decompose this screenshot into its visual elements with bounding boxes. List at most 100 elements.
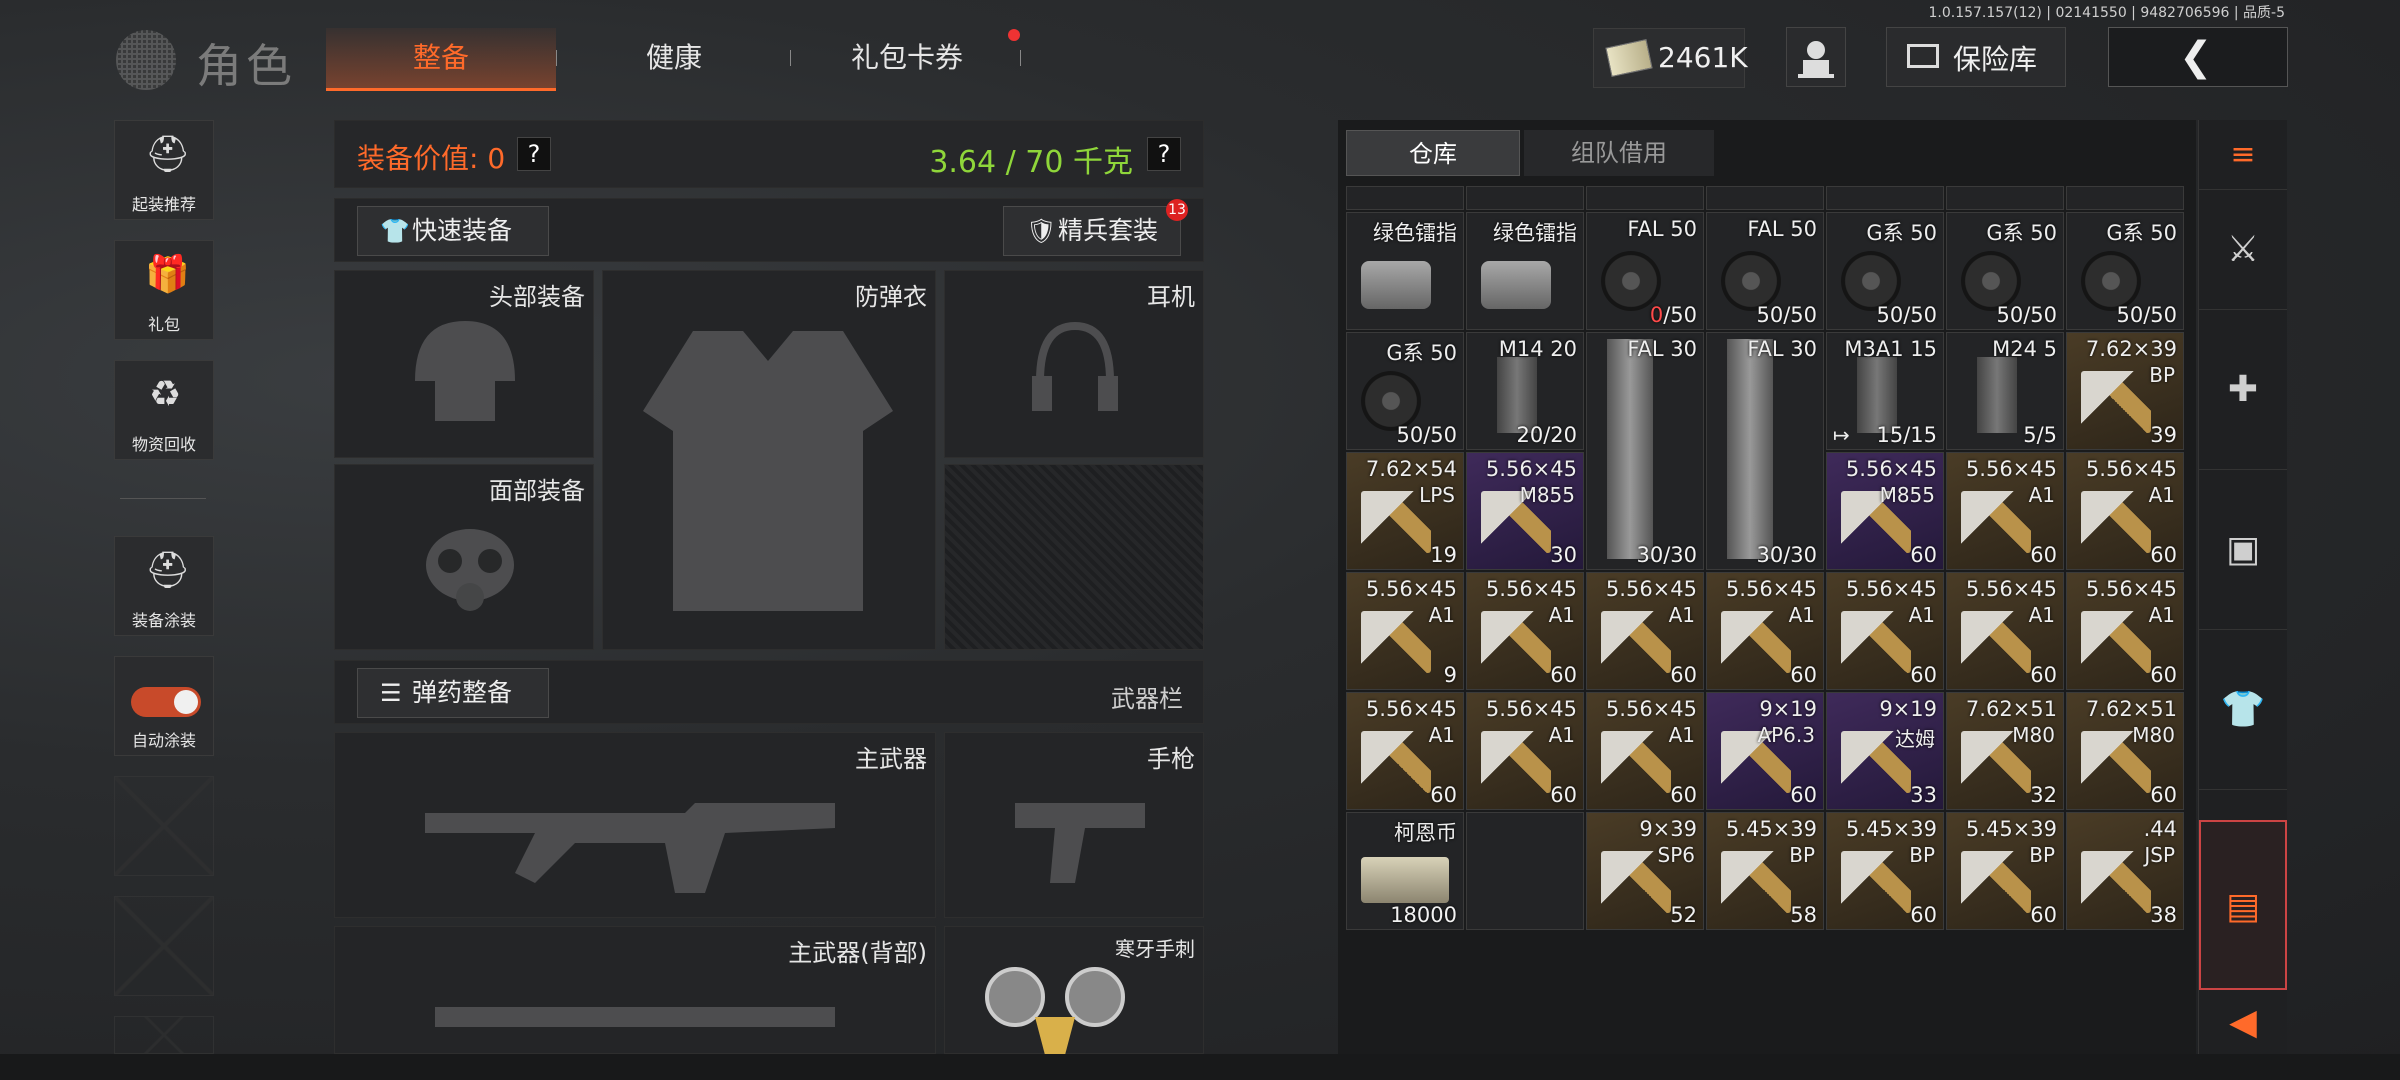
filter-icon[interactable]: ≡ — [2199, 120, 2287, 190]
inventory-item[interactable]: FAL 30 30/30 — [1706, 332, 1824, 570]
primary-weapon-slot[interactable]: 主武器 — [334, 732, 936, 918]
crate-icon[interactable]: ▤ — [2199, 820, 2287, 990]
inventory-item[interactable]: 5.56×45 A1 60 — [1466, 572, 1584, 690]
item-name: 5.45×39 — [1845, 817, 1937, 841]
sidebar-item-equipment-paint[interactable]: ⛑ 装备涂装 — [114, 536, 214, 636]
inventory-item[interactable]: 5.56×45 A1 60 — [1946, 572, 2064, 690]
pistol-slot[interactable]: 手枪 — [944, 732, 1204, 918]
inventory-item[interactable]: 7.62×51 M80 32 — [1946, 692, 2064, 810]
inventory-item[interactable]: 5.56×45 A1 60 — [2066, 572, 2184, 690]
back-button[interactable]: ❮ — [2108, 27, 2288, 87]
item-count: 50/50 — [1996, 303, 2057, 327]
inventory-item[interactable]: 5.56×45 A1 60 — [1946, 452, 2064, 570]
inventory-item[interactable]: 5.56×45 A1 60 — [1586, 572, 1704, 690]
inventory-cell-partial[interactable] — [1706, 186, 1824, 210]
item-name: 7.62×54 — [1365, 457, 1457, 481]
box-icon[interactable]: ▣ — [2199, 470, 2287, 630]
inventory-item[interactable]: 7.62×39 BP 39 — [2066, 332, 2184, 450]
character-logo-icon — [116, 30, 176, 90]
face-slot[interactable]: 面部装备 — [334, 464, 594, 650]
inventory-cell-partial[interactable] — [1586, 186, 1704, 210]
head-slot[interactable]: 头部装备 — [334, 270, 594, 458]
tab-team-borrow[interactable]: 组队借用 — [1524, 130, 1714, 176]
item-count: 18000 — [1390, 903, 1457, 927]
inventory-item[interactable]: 5.56×45 A1 60 — [1346, 692, 1464, 810]
tall-item-icon — [1727, 339, 1773, 559]
inventory-item[interactable]: 5.56×45 M855 60 — [1826, 452, 1944, 570]
ammo-equip-button[interactable]: ☰ 弹药整备 — [357, 668, 549, 718]
vault-button[interactable]: 保险库 — [1886, 27, 2066, 87]
collapse-icon[interactable]: ◀ — [2199, 992, 2287, 1054]
inventory-item[interactable]: 5.56×45 A1 60 — [1586, 692, 1704, 810]
item-count: 58 — [1790, 903, 1817, 927]
auto-paint-toggle[interactable] — [131, 687, 201, 717]
elite-set-button[interactable]: 🛡 精兵套装 13 — [1003, 199, 1188, 256]
rifle-icon — [425, 803, 835, 893]
item-count: 60 — [1910, 663, 1937, 687]
headset-icon — [1032, 321, 1118, 411]
inventory-item[interactable]: 9×19 达姆 33 — [1826, 692, 1944, 810]
headset-slot[interactable]: 耳机 — [944, 270, 1204, 458]
currency-display[interactable]: 2461K — [1593, 28, 1748, 88]
medkit-icon[interactable]: ✚ — [2199, 310, 2287, 470]
inventory-item[interactable]: 5.56×45 M855 30 — [1466, 452, 1584, 570]
tab-gift-coupons[interactable]: 礼包卡券 — [796, 28, 1018, 88]
inventory-cell-partial[interactable] — [1346, 186, 1464, 210]
inventory-item[interactable]: G系 50 50/50 — [1346, 332, 1464, 450]
quick-equip-button[interactable]: 👕 快速装备 — [357, 206, 549, 256]
sidebar-item-loadout-recommend[interactable]: ⛑ 起装推荐 — [114, 120, 214, 220]
inventory-item[interactable]: 5.45×39 BP 60 — [1826, 812, 1944, 930]
inventory-item[interactable]: 5.56×45 A1 60 — [1826, 572, 1944, 690]
inventory-item[interactable]: .44 JSP 38 — [2066, 812, 2184, 930]
empty-inventory-cell[interactable] — [1466, 812, 1584, 930]
tab-warehouse[interactable]: 仓库 — [1346, 130, 1520, 176]
inventory-item[interactable]: 7.62×54 LPS 19 — [1346, 452, 1464, 570]
inventory-item[interactable]: 绿色镭指 — [1466, 212, 1584, 330]
inventory-item[interactable]: 柯恩币 18000 — [1346, 812, 1464, 930]
inventory-item[interactable]: FAL 50 50/50 — [1706, 212, 1824, 330]
item-name: M14 20 — [1498, 337, 1577, 361]
item-count: 50/50 — [1396, 423, 1457, 447]
shirt-icon[interactable]: 👕 — [2199, 630, 2287, 790]
inventory-item[interactable]: G系 50 50/50 — [1826, 212, 1944, 330]
inventory-item[interactable]: 5.45×39 BP 60 — [1946, 812, 2064, 930]
inventory-item[interactable]: FAL 50 0/50 — [1586, 212, 1704, 330]
inventory-item[interactable]: 9×19 AP6.3 60 — [1706, 692, 1824, 810]
body-armor-slot[interactable]: 防弹衣 — [602, 270, 936, 650]
operator-icon — [1798, 41, 1834, 78]
rifle-icon[interactable]: ⚔ — [2199, 190, 2287, 310]
inventory-item[interactable]: M24 5 5/5 — [1946, 332, 2064, 450]
melee-slot[interactable]: 寒牙手刺 — [944, 926, 1204, 1055]
operator-button[interactable] — [1786, 27, 1846, 87]
sidebar-item-gift[interactable]: 🎁 礼包 — [114, 240, 214, 340]
inventory-item[interactable]: 5.56×45 A1 60 — [2066, 452, 2184, 570]
tab-equip[interactable]: 整备 — [326, 28, 556, 91]
inventory-cell-partial[interactable] — [1826, 186, 1944, 210]
sidebar-item-recycle[interactable]: ♻ 物资回收 — [114, 360, 214, 460]
inventory-item[interactable]: 5.56×45 A1 9 — [1346, 572, 1464, 690]
inventory-item[interactable]: FAL 30 30/30 — [1586, 332, 1704, 570]
inventory-item[interactable]: 5.56×45 A1 60 — [1466, 692, 1584, 810]
sidebar-item-auto-paint[interactable]: 自动涂装 — [114, 656, 214, 756]
primary-back-slot[interactable]: 主武器(背部) — [334, 926, 936, 1054]
category-column: ≡ ⚔ ✚ ▣ 👕 ▤ ◀ — [2198, 120, 2287, 1054]
inventory-item[interactable]: 5.45×39 BP 58 — [1706, 812, 1824, 930]
inventory-item[interactable]: 5.56×45 A1 60 — [1706, 572, 1824, 690]
item-name: 7.62×51 — [1965, 697, 2057, 721]
inventory-item[interactable]: M14 20 20/20 — [1466, 332, 1584, 450]
item-count: 60 — [1910, 903, 1937, 927]
inventory-item[interactable]: 7.62×51 M80 60 — [2066, 692, 2184, 810]
inventory-item[interactable]: 9×39 SP6 52 — [1586, 812, 1704, 930]
tab-health[interactable]: 健康 — [574, 28, 774, 88]
inventory-cell-partial[interactable] — [1466, 186, 1584, 210]
inventory-item[interactable]: M3A1 15 15/15 ↦ — [1826, 332, 1944, 450]
item-variant: M855 — [1879, 483, 1935, 507]
inventory-item[interactable]: 绿色镭指 — [1346, 212, 1464, 330]
help-icon[interactable]: ? — [1147, 137, 1181, 171]
item-name: 7.62×39 — [2085, 337, 2177, 361]
inventory-item[interactable]: G系 50 50/50 — [1946, 212, 2064, 330]
help-icon[interactable]: ? — [517, 137, 551, 171]
inventory-item[interactable]: G系 50 50/50 — [2066, 212, 2184, 330]
inventory-cell-partial[interactable] — [2066, 186, 2184, 210]
inventory-cell-partial[interactable] — [1946, 186, 2064, 210]
